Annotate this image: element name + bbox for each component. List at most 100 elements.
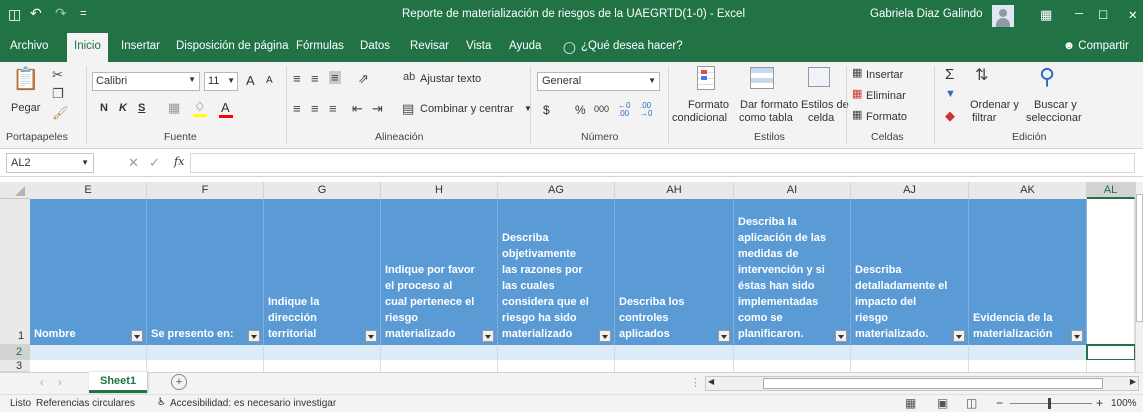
column-header-ai[interactable]: AI — [734, 182, 851, 199]
find-select-button[interactable]: Buscar y — [1034, 99, 1077, 111]
status-accessibility[interactable]: Accesibilidad: es necesario investigar — [170, 398, 336, 409]
cut-icon[interactable]: ✂ — [52, 68, 63, 81]
header-cell-impacto[interactable]: Describa detalladamente el impacto del r… — [851, 199, 969, 345]
share-button[interactable]: ☻ Compartir — [1063, 40, 1129, 52]
fill-color-icon[interactable]: ♢ — [194, 100, 206, 113]
undo-icon[interactable]: ↶ — [30, 5, 42, 22]
customize-qat-icon[interactable]: = — [80, 8, 87, 20]
cell-f3[interactable] — [147, 360, 264, 372]
align-center-icon[interactable]: ≡ — [311, 102, 319, 115]
filter-dropdown-button[interactable] — [1071, 330, 1083, 342]
clear-icon[interactable]: ◆ — [945, 109, 955, 122]
underline-button[interactable]: S — [138, 102, 145, 114]
decrease-decimal-button[interactable]: .00 →0 — [640, 102, 652, 118]
row-header-3[interactable]: 3 — [0, 360, 30, 372]
cell-ak2[interactable] — [969, 345, 1087, 360]
header-cell-evidencia[interactable]: Evidencia de la materialización — [969, 199, 1087, 345]
sort-filter-button[interactable]: Ordenar y — [970, 99, 1019, 111]
minimize-button[interactable]: ─ — [1075, 8, 1083, 20]
cell-ah2[interactable] — [615, 345, 734, 360]
tab-ayuda[interactable]: Ayuda — [509, 40, 541, 52]
align-top-icon[interactable]: ≡ — [293, 72, 301, 85]
cell-g3[interactable] — [264, 360, 381, 372]
cell-aj2[interactable] — [851, 345, 969, 360]
user-name[interactable]: Gabriela Diaz Galindo — [870, 8, 983, 20]
scroll-left-icon[interactable]: ◀ — [708, 377, 714, 386]
status-circular-refs[interactable]: Referencias circulares — [36, 398, 135, 409]
filter-dropdown-button[interactable] — [248, 330, 260, 342]
maximize-button[interactable]: ☐ — [1098, 8, 1108, 22]
next-sheet-icon[interactable]: › — [58, 377, 62, 389]
bold-button[interactable]: N — [100, 102, 108, 114]
indent-decrease-icon[interactable]: ⇤ — [352, 102, 363, 115]
tab-archivo[interactable]: Archivo — [10, 40, 48, 52]
scroll-right-icon[interactable]: ▶ — [1130, 377, 1136, 386]
vertical-scrollbar[interactable] — [1135, 182, 1143, 372]
page-break-view-icon[interactable]: ◫ — [966, 396, 977, 410]
autosum-button[interactable]: Σ — [945, 66, 954, 83]
header-cell-medidas[interactable]: Describa la aplicación de las medidas de… — [734, 199, 851, 345]
cell-ag2[interactable] — [498, 345, 615, 360]
search-icon[interactable]: ⚲ — [1039, 66, 1055, 88]
header-cell-nombre[interactable]: Nombre — [30, 199, 147, 345]
tab-formulas[interactable]: Fórmulas — [296, 40, 344, 52]
column-header-al[interactable]: AL — [1087, 182, 1135, 199]
zoom-in-button[interactable]: + — [1096, 396, 1103, 410]
header-cell-proceso[interactable]: Indique por favor el proceso al cual per… — [381, 199, 498, 345]
merge-center-icon[interactable]: ▤ — [402, 102, 414, 115]
cell-ag3[interactable] — [498, 360, 615, 372]
format-as-table-button[interactable]: Dar formato — [740, 99, 798, 111]
cell-ai3[interactable] — [734, 360, 851, 372]
zoom-level[interactable]: 100% — [1111, 398, 1137, 409]
column-header-h[interactable]: H — [381, 182, 498, 199]
prev-sheet-icon[interactable]: ‹ — [40, 377, 44, 389]
avatar[interactable] — [992, 5, 1014, 27]
insert-cells-button[interactable]: Insertar — [866, 69, 903, 81]
filter-dropdown-button[interactable] — [718, 330, 730, 342]
name-box[interactable]: AL2 ▼ — [6, 153, 94, 173]
accessibility-icon[interactable]: ♿ — [157, 397, 166, 408]
sort-filter-button-2[interactable]: filtrar — [972, 112, 996, 124]
cell-g2[interactable] — [264, 345, 381, 360]
column-header-g[interactable]: G — [264, 182, 381, 199]
cancel-entry-icon[interactable]: ✕ — [128, 155, 139, 171]
tab-insertar[interactable]: Insertar — [121, 40, 160, 52]
header-cell-controles[interactable]: Describa los controles aplicados — [615, 199, 734, 345]
cell-styles-button[interactable]: Estilos de — [801, 99, 849, 111]
cell-al1[interactable] — [1087, 199, 1135, 345]
format-as-table-icon[interactable] — [750, 67, 774, 89]
insert-function-icon[interactable]: fx — [174, 155, 184, 168]
font-size-select[interactable]: 11 ▼ — [204, 72, 238, 91]
header-cell-razones[interactable]: Describa objetivamente las razones por l… — [498, 199, 615, 345]
thousands-button[interactable]: 000 — [594, 104, 609, 114]
ribbon-display-icon[interactable]: ▦ — [1040, 7, 1052, 23]
header-cell-se-presento[interactable]: Se presento en: — [147, 199, 264, 345]
wrap-text-icon[interactable]: ab — [403, 72, 415, 83]
format-cells-button[interactable]: Formato — [866, 111, 907, 123]
column-header-aj[interactable]: AJ — [851, 182, 969, 199]
cell-h2[interactable] — [381, 345, 498, 360]
align-right-icon[interactable]: ≡ — [329, 102, 337, 115]
cell-e3[interactable] — [30, 360, 147, 372]
font-name-select[interactable]: Calibri ▼ — [92, 72, 200, 91]
delete-cells-icon[interactable]: ▦ — [852, 89, 862, 100]
find-select-button-2[interactable]: seleccionar — [1026, 112, 1082, 124]
currency-button[interactable]: $ — [543, 103, 550, 117]
column-header-e[interactable]: E — [30, 182, 147, 199]
close-button[interactable]: ✕ — [1128, 8, 1138, 22]
column-header-ak[interactable]: AK — [969, 182, 1087, 199]
horizontal-scrollbar[interactable]: ◀ ▶ — [705, 376, 1139, 391]
cell-ai2[interactable] — [734, 345, 851, 360]
paste-icon[interactable]: 📋 — [12, 68, 39, 90]
zoom-slider[interactable] — [1010, 398, 1092, 409]
merge-center-button[interactable]: Combinar y centrar — [420, 103, 514, 115]
sheet-tab-sheet1[interactable]: Sheet1 — [89, 372, 147, 393]
save-icon[interactable]: ◫ — [8, 6, 21, 23]
zoom-out-button[interactable]: − — [996, 396, 1003, 410]
sort-filter-icon[interactable]: ⇅ — [975, 68, 988, 84]
format-painter-icon[interactable]: 🖌 — [52, 106, 69, 119]
copy-icon[interactable]: ❐ — [52, 87, 64, 100]
tell-me-box[interactable]: ¿Qué desea hacer? — [581, 40, 683, 52]
page-layout-view-icon[interactable]: ▣ — [937, 396, 948, 410]
cell-styles-icon[interactable] — [808, 67, 830, 87]
